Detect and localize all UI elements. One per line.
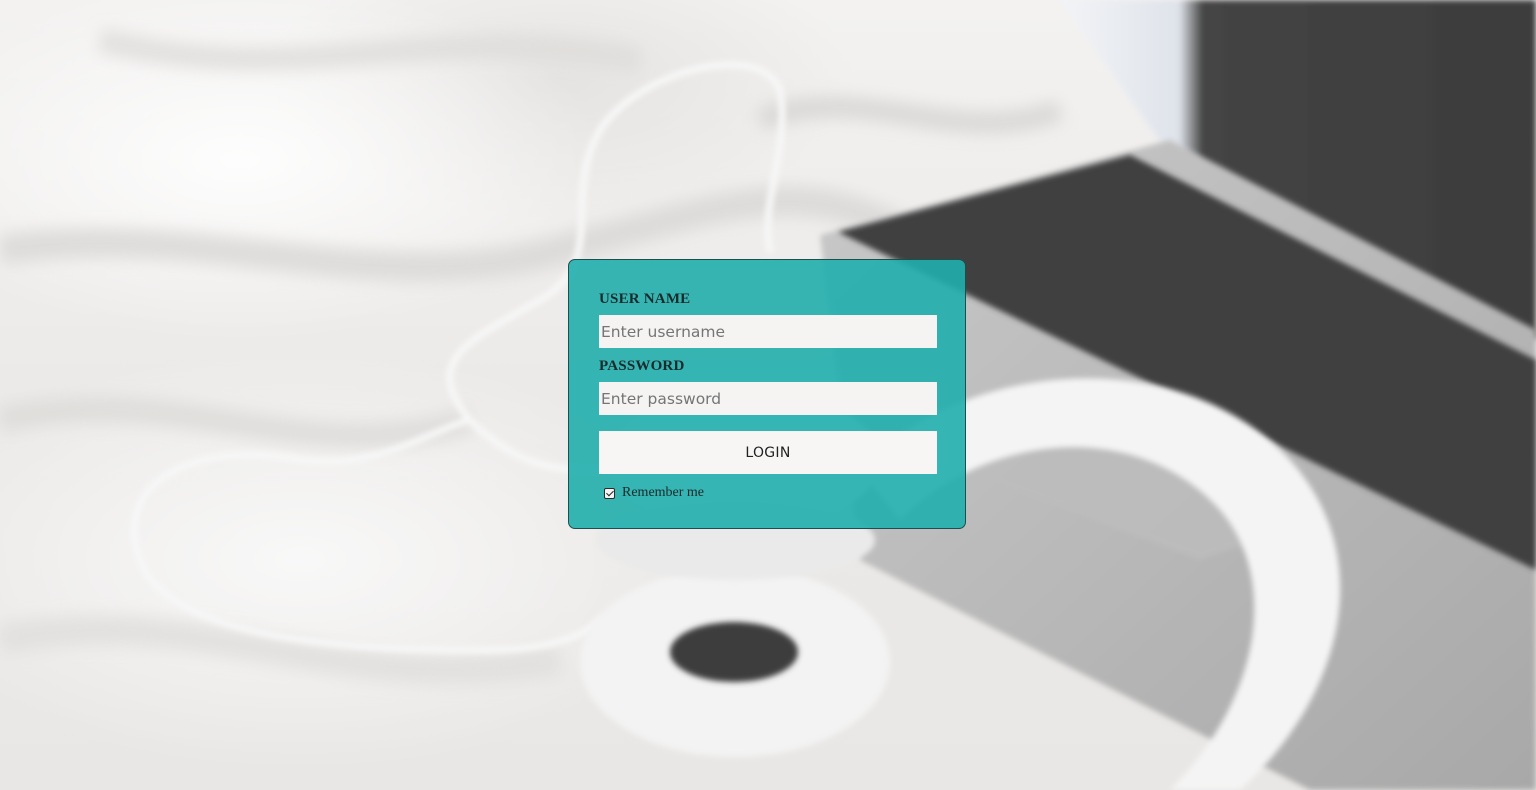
login-form: USER NAME PASSWORD LOGIN Remember me	[568, 259, 966, 529]
remember-me-checkbox[interactable]	[604, 487, 615, 499]
check-icon	[606, 488, 614, 496]
password-input[interactable]	[599, 382, 937, 415]
remember-me-label[interactable]: Remember me	[622, 485, 704, 501]
username-input[interactable]	[599, 315, 937, 348]
login-button[interactable]: LOGIN	[599, 431, 937, 474]
username-label: USER NAME	[599, 291, 691, 307]
remember-me-row[interactable]: Remember me	[599, 485, 935, 501]
password-label: PASSWORD	[599, 358, 685, 374]
